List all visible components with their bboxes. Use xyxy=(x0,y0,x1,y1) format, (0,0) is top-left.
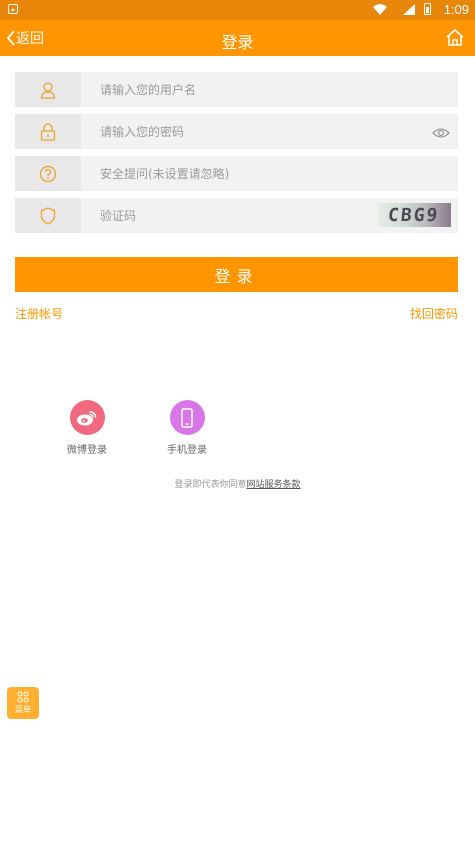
notification-icon xyxy=(8,4,18,14)
terms-prefix: 登录即代表你同意 xyxy=(174,480,247,490)
show-password-toggle[interactable] xyxy=(432,124,450,143)
clock: 1:09 xyxy=(443,2,469,17)
password-icon-box xyxy=(15,114,81,149)
terms-notice: 登录即代表你同意网站服务条款 xyxy=(0,477,475,490)
top-nav-bar: 返回 登录 xyxy=(0,20,475,56)
phone-icon xyxy=(181,407,193,428)
user-icon xyxy=(40,81,56,99)
eye-icon xyxy=(432,128,450,138)
lock-icon xyxy=(40,122,56,141)
phone-login-label: 手机登录 xyxy=(167,445,207,456)
weibo-icon xyxy=(77,410,97,425)
security-question-input[interactable] xyxy=(100,156,400,191)
password-field xyxy=(15,114,458,149)
register-link[interactable]: 注册帐号 xyxy=(15,305,63,322)
wifi-icon xyxy=(373,4,387,15)
floating-menu-button[interactable]: 菜单 xyxy=(7,687,39,719)
battery-icon xyxy=(424,3,431,15)
login-button[interactable]: 登录 xyxy=(15,257,458,292)
home-button[interactable] xyxy=(445,28,465,51)
weibo-login-label: 微博登录 xyxy=(67,445,107,456)
captcha-text: CBG9 xyxy=(387,204,441,226)
phone-icon-circle xyxy=(169,400,205,435)
username-input[interactable] xyxy=(100,72,400,107)
question-icon xyxy=(39,165,57,182)
home-icon xyxy=(446,29,464,46)
captcha-field: CBG9 xyxy=(15,198,458,233)
terms-link[interactable]: 网站服务条款 xyxy=(247,480,301,490)
weibo-login-button[interactable]: 微博登录 xyxy=(47,400,127,456)
question-icon-box xyxy=(15,156,81,191)
forgot-password-link[interactable]: 找回密码 xyxy=(410,305,458,322)
password-input[interactable] xyxy=(100,114,400,149)
captcha-input[interactable] xyxy=(100,198,360,233)
security-question-field xyxy=(15,156,458,191)
grid-icon xyxy=(17,691,29,703)
shield-icon xyxy=(40,206,56,225)
phone-login-button[interactable]: 手机登录 xyxy=(147,400,227,456)
weibo-icon-circle xyxy=(69,400,105,435)
username-icon-box xyxy=(15,72,81,107)
username-field xyxy=(15,72,458,107)
page-title: 登录 xyxy=(221,33,254,52)
signal-icon xyxy=(403,4,415,15)
floating-menu-label: 菜单 xyxy=(15,705,31,714)
captcha-icon-box xyxy=(15,198,81,233)
status-bar: 1:09 xyxy=(0,0,475,20)
captcha-image[interactable]: CBG9 xyxy=(377,203,451,227)
